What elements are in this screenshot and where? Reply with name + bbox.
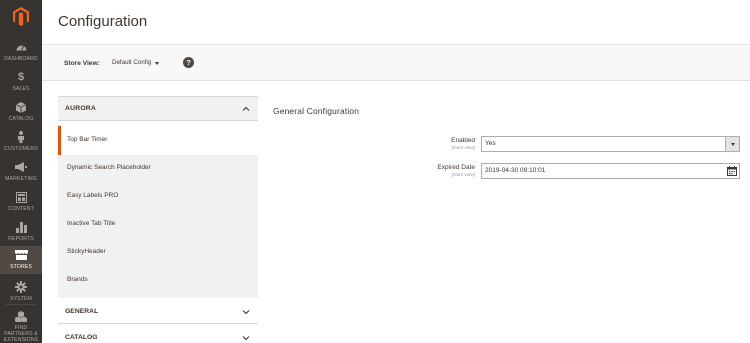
tab-group-title: AURORA [65,105,97,112]
store-view-dropdown[interactable]: Default Config [112,59,160,66]
select-value: Yes [485,140,496,147]
menu-item-dashboard[interactable]: DASHBOARD [0,38,42,68]
store-switcher-bar: Store View: Default Config ? [42,44,750,81]
tab-group-items: Top Bar Timer Dynamic Search Placeholder… [58,126,258,298]
magento-logo-icon[interactable] [0,0,42,32]
menu-label: CUSTOMERS [4,146,38,152]
calendar-icon[interactable] [727,166,737,176]
chevron-down-icon [242,336,250,341]
date-value: 2019-04-30 09:10:01 [485,167,546,174]
section-title: General Configuration [273,106,360,116]
tab-top-bar-timer[interactable]: Top Bar Timer [58,126,258,155]
box-icon [16,100,26,114]
menu-item-sales[interactable]: $ SALES [0,68,42,98]
help-icon[interactable]: ? [183,57,194,68]
menu-label: REPORTS [8,236,34,242]
menu-label: DASHBOARD [4,56,38,62]
caret-down-icon [155,61,160,65]
field-expired-date: Expired Date [store view] 2019-04-30 09:… [273,163,743,179]
gear-icon [15,280,27,294]
page-title: Configuration [58,13,148,30]
config-tabs-nav: AURORA Top Bar Timer Dynamic Search Plac… [58,96,258,343]
tab-group-general[interactable]: GENERAL [58,298,258,324]
tab-brands[interactable]: Brands [58,266,258,294]
store-view-label: Store View: [64,60,100,67]
chevron-down-icon [242,310,250,315]
tab-group-catalog[interactable]: CATALOG [58,324,258,343]
menu-item-reports[interactable]: REPORTS [0,218,42,248]
layout-icon [15,190,27,204]
tab-inactive-tab-title[interactable]: Inactive Tab Title [58,210,258,238]
store-view-value: Default Config [112,59,152,66]
megaphone-icon [15,160,27,174]
cubes-icon [15,309,27,323]
menu-item-stores[interactable]: STORES [0,246,42,274]
menu-label: FIND PARTNERS & EXTENSIONS [3,325,39,343]
field-enabled: Enabled [store view] Yes [273,136,743,152]
menu-item-content[interactable]: CONTENT [0,188,42,218]
menu-item-marketing[interactable]: MARKETING [0,158,42,188]
tab-easy-labels-pro[interactable]: Easy Labels PRO [58,182,258,210]
expired-date-input[interactable]: 2019-04-30 09:10:01 [481,163,740,179]
field-label: Expired Date [store view] [437,164,475,178]
menu-label: MARKETING [5,176,37,182]
admin-menu: DASHBOARD $ SALES CATALOG CUSTOMERS MARK… [0,0,42,343]
storefront-icon [14,248,28,262]
menu-label: CATALOG [8,116,34,122]
menu-item-customers[interactable]: CUSTOMERS [0,128,42,158]
field-label-text: Expired Date [437,164,475,171]
tab-group-aurora[interactable]: AURORA [58,96,258,121]
field-label: Enabled [store view] [451,137,475,151]
menu-item-catalog[interactable]: CATALOG [0,98,42,128]
field-label-text: Enabled [451,137,475,144]
menu-label: SYSTEM [10,296,32,302]
tab-sticky-header[interactable]: StickyHeader [58,238,258,266]
tab-group-title: GENERAL [65,308,99,315]
tab-dynamic-search-placeholder[interactable]: Dynamic Search Placeholder [58,154,258,182]
menu-label: CONTENT [8,206,34,212]
dollar-icon: $ [17,71,25,83]
menu-divider [5,304,37,305]
chevron-up-icon [242,106,250,111]
enabled-select[interactable]: Yes [481,136,740,152]
field-scope: [store view] [451,172,475,177]
menu-label: STORES [10,264,32,270]
bar-chart-icon [15,220,27,234]
menu-label: SALES [12,86,30,92]
menu-item-find-partners[interactable]: FIND PARTNERS & EXTENSIONS [0,307,42,343]
field-scope: [store view] [451,145,475,150]
select-arrow-icon [725,137,739,151]
tab-group-title: CATALOG [65,334,98,341]
dashboard-icon [16,40,27,54]
person-icon [17,130,25,144]
